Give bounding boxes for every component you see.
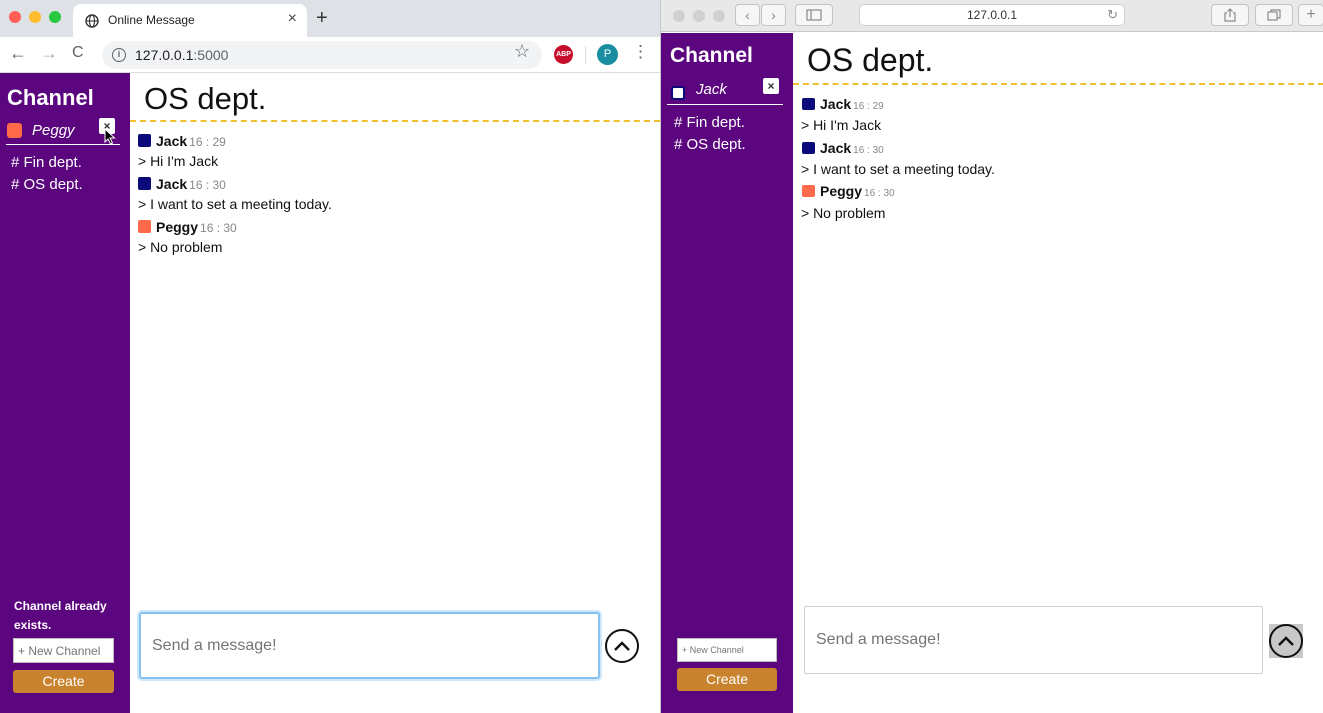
create-channel-button[interactable]: Create <box>13 670 114 693</box>
share-icon <box>1224 8 1236 22</box>
reload-icon[interactable]: C <box>72 44 84 62</box>
chrome-tab-strip: Online Message × + <box>0 0 660 37</box>
new-tab-button[interactable]: + <box>1298 4 1323 26</box>
user-name: Jack <box>696 81 727 98</box>
safari-window: ‹ › 127.0.0.1 ↻ + Channel Jack × # Fin d… <box>660 0 1323 713</box>
author-color-swatch <box>802 142 815 154</box>
logout-button[interactable]: × <box>763 78 779 94</box>
sidebar-toggle-button[interactable] <box>795 4 833 26</box>
message-author: Jack <box>156 133 188 149</box>
author-color-swatch <box>138 134 151 147</box>
channel-item-os[interactable]: # OS dept. <box>11 176 83 193</box>
tab-close-icon[interactable]: × <box>288 10 297 28</box>
author-color-swatch <box>138 220 151 233</box>
title-divider <box>130 120 660 122</box>
menu-kebab-icon[interactable]: ⋮ <box>632 42 649 62</box>
message-time: 16 : 30 <box>853 145 884 156</box>
message-time: 16 : 30 <box>200 221 237 235</box>
zoom-window-button[interactable] <box>49 11 61 23</box>
message-author: Jack <box>820 140 852 156</box>
author-color-swatch <box>138 177 151 190</box>
minimize-window-button[interactable] <box>693 10 705 22</box>
close-window-button[interactable] <box>9 11 21 23</box>
error-message: Channel already exists. <box>14 599 107 632</box>
message-time: 16 : 29 <box>853 101 884 112</box>
message-text: > No problem <box>138 239 223 255</box>
author-color-swatch <box>802 98 815 110</box>
globe-icon <box>85 14 99 28</box>
user-color-swatch <box>7 123 22 138</box>
message-author: Jack <box>156 176 188 192</box>
url-text: 127.0.0.1:5000 <box>135 47 228 63</box>
reload-icon[interactable]: ↻ <box>1107 5 1118 25</box>
message-input[interactable] <box>139 612 600 679</box>
address-bar[interactable]: i 127.0.0.1:5000 <box>102 41 542 69</box>
message-author: Peggy <box>820 183 863 199</box>
safari-toolbar: ‹ › 127.0.0.1 ↻ + <box>661 0 1323 32</box>
create-channel-button[interactable]: Create <box>677 668 777 691</box>
bookmark-star-icon[interactable]: ☆ <box>514 41 530 62</box>
send-arrow-icon[interactable] <box>1269 624 1303 658</box>
tabs-overview-button[interactable] <box>1255 4 1293 26</box>
new-channel-input[interactable] <box>677 638 777 662</box>
user-name: Peggy <box>32 122 75 139</box>
message-text: > Hi I'm Jack <box>138 153 219 169</box>
share-button[interactable] <box>1211 4 1249 26</box>
channel-sidebar: Channel Jack × # Fin dept. # OS dept. Cr… <box>661 33 793 713</box>
message-text: > I want to set a meeting today. <box>801 161 995 177</box>
message-time: 16 : 30 <box>864 188 895 199</box>
forward-arrow-icon[interactable]: → <box>40 43 58 64</box>
new-tab-button[interactable]: + <box>316 7 328 30</box>
message-header: Jack 16 : 30 <box>138 176 226 192</box>
close-window-button[interactable] <box>673 10 685 22</box>
channel-title: OS dept. <box>144 81 267 116</box>
minimize-window-button[interactable] <box>29 11 41 23</box>
message-header: Jack 16 : 29 <box>138 133 226 149</box>
author-color-swatch <box>802 185 815 197</box>
channel-title: OS dept. <box>807 42 934 78</box>
back-arrow-icon[interactable]: ← <box>9 43 27 64</box>
tabs-overview-icon <box>1267 9 1281 21</box>
sidebar-title: Channel <box>670 44 753 67</box>
chrome-window: Online Message × + ← → C i 127.0.0.1:500… <box>0 0 660 713</box>
address-bar[interactable]: 127.0.0.1 ↻ <box>859 4 1125 26</box>
back-button[interactable]: ‹ <box>735 4 760 26</box>
message-header: Peggy 16 : 30 <box>138 219 237 235</box>
channel-item-os[interactable]: # OS dept. <box>674 136 746 153</box>
url-port: :5000 <box>193 47 229 63</box>
tab-title: Online Message <box>108 13 195 27</box>
browser-tab[interactable]: Online Message × <box>73 4 307 37</box>
message-header: Peggy 16 : 30 <box>802 183 895 199</box>
message-text: > No problem <box>801 205 886 221</box>
sidebar-title: Channel <box>7 85 94 110</box>
send-arrow-icon[interactable] <box>605 629 639 663</box>
toolbar-divider <box>585 46 586 64</box>
message-header: Jack 16 : 29 <box>802 96 884 112</box>
user-color-swatch <box>671 86 685 100</box>
message-text: > Hi I'm Jack <box>801 117 882 133</box>
message-header: Jack 16 : 30 <box>802 140 884 156</box>
title-divider <box>793 83 1323 85</box>
message-author: Peggy <box>156 219 199 235</box>
url-host: 127.0.0.1 <box>135 47 194 63</box>
message-input[interactable] <box>804 606 1263 674</box>
message-time: 16 : 29 <box>189 135 226 149</box>
forward-button[interactable]: › <box>761 4 786 26</box>
channel-item-fin[interactable]: # Fin dept. <box>674 114 745 131</box>
new-channel-input[interactable] <box>13 638 114 663</box>
mouse-cursor-icon <box>104 128 116 145</box>
zoom-window-button[interactable] <box>713 10 725 22</box>
message-text: > I want to set a meeting today. <box>138 196 332 212</box>
url-text: 127.0.0.1 <box>966 8 1018 22</box>
info-icon[interactable]: i <box>112 48 126 62</box>
channel-item-fin[interactable]: # Fin dept. <box>11 154 82 171</box>
profile-avatar[interactable]: P <box>597 44 618 65</box>
adblock-icon[interactable]: ABP <box>554 45 573 64</box>
sidebar-toggle-icon <box>806 9 822 21</box>
message-time: 16 : 30 <box>189 178 226 192</box>
channel-sidebar: Channel Peggy × # Fin dept. # OS dept. C… <box>0 73 130 713</box>
message-author: Jack <box>820 96 852 112</box>
